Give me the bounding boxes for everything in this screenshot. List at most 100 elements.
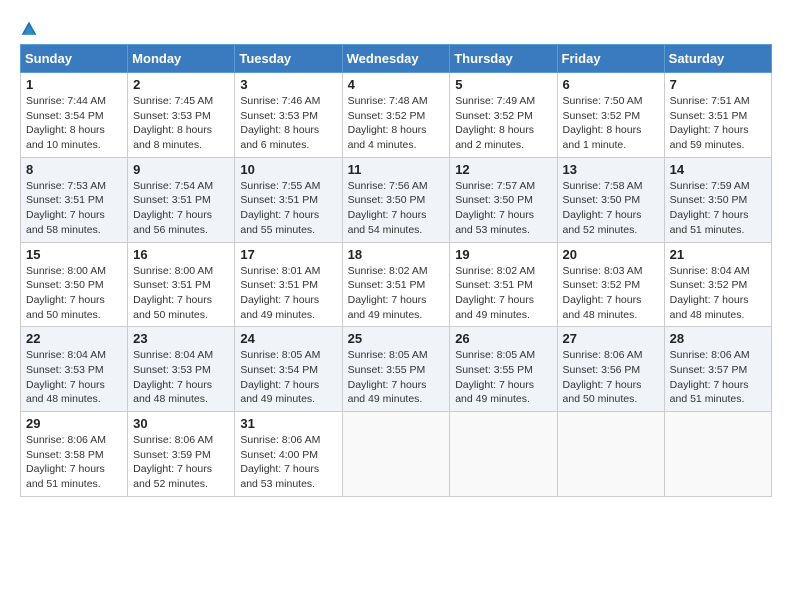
calendar-body: 1 Sunrise: 7:44 AMSunset: 3:54 PMDayligh… [21,73,772,497]
day-number: 24 [240,331,336,346]
day-detail: Sunrise: 7:46 AMSunset: 3:53 PMDaylight:… [240,95,320,151]
calendar-day-cell: 25 Sunrise: 8:05 AMSunset: 3:55 PMDaylig… [342,327,450,412]
day-number: 28 [670,331,766,346]
day-number: 10 [240,162,336,177]
day-number: 26 [455,331,551,346]
day-detail: Sunrise: 7:49 AMSunset: 3:52 PMDaylight:… [455,95,535,151]
day-number: 31 [240,416,336,431]
calendar-day-cell [557,412,664,497]
calendar-day-cell: 17 Sunrise: 8:01 AMSunset: 3:51 PMDaylig… [235,242,342,327]
day-number: 30 [133,416,229,431]
calendar-week-row: 29 Sunrise: 8:06 AMSunset: 3:58 PMDaylig… [21,412,772,497]
calendar-header-cell: Friday [557,45,664,73]
calendar-day-cell: 31 Sunrise: 8:06 AMSunset: 4:00 PMDaylig… [235,412,342,497]
day-detail: Sunrise: 8:06 AMSunset: 4:00 PMDaylight:… [240,434,320,490]
day-detail: Sunrise: 8:04 AMSunset: 3:53 PMDaylight:… [26,349,106,405]
calendar-day-cell [342,412,450,497]
calendar-day-cell: 8 Sunrise: 7:53 AMSunset: 3:51 PMDayligh… [21,157,128,242]
day-number: 21 [670,247,766,262]
day-detail: Sunrise: 8:06 AMSunset: 3:59 PMDaylight:… [133,434,213,490]
day-detail: Sunrise: 8:06 AMSunset: 3:58 PMDaylight:… [26,434,106,490]
day-detail: Sunrise: 8:01 AMSunset: 3:51 PMDaylight:… [240,265,320,321]
day-number: 25 [348,331,445,346]
calendar-day-cell: 13 Sunrise: 7:58 AMSunset: 3:50 PMDaylig… [557,157,664,242]
logo [20,20,42,38]
day-detail: Sunrise: 8:04 AMSunset: 3:52 PMDaylight:… [670,265,750,321]
day-number: 3 [240,77,336,92]
day-detail: Sunrise: 8:05 AMSunset: 3:54 PMDaylight:… [240,349,320,405]
calendar-day-cell: 23 Sunrise: 8:04 AMSunset: 3:53 PMDaylig… [128,327,235,412]
day-number: 20 [563,247,659,262]
day-number: 22 [26,331,122,346]
day-number: 27 [563,331,659,346]
day-number: 18 [348,247,445,262]
day-number: 16 [133,247,229,262]
day-number: 9 [133,162,229,177]
day-detail: Sunrise: 8:00 AMSunset: 3:50 PMDaylight:… [26,265,106,321]
calendar-day-cell: 12 Sunrise: 7:57 AMSunset: 3:50 PMDaylig… [450,157,557,242]
calendar-week-row: 15 Sunrise: 8:00 AMSunset: 3:50 PMDaylig… [21,242,772,327]
calendar-day-cell: 20 Sunrise: 8:03 AMSunset: 3:52 PMDaylig… [557,242,664,327]
day-detail: Sunrise: 8:02 AMSunset: 3:51 PMDaylight:… [348,265,428,321]
day-detail: Sunrise: 7:56 AMSunset: 3:50 PMDaylight:… [348,180,428,236]
day-detail: Sunrise: 8:05 AMSunset: 3:55 PMDaylight:… [455,349,535,405]
calendar-header-cell: Monday [128,45,235,73]
day-detail: Sunrise: 7:50 AMSunset: 3:52 PMDaylight:… [563,95,643,151]
logo-icon [20,20,38,38]
calendar-day-cell: 14 Sunrise: 7:59 AMSunset: 3:50 PMDaylig… [664,157,771,242]
day-number: 1 [26,77,122,92]
day-detail: Sunrise: 8:05 AMSunset: 3:55 PMDaylight:… [348,349,428,405]
calendar-day-cell: 30 Sunrise: 8:06 AMSunset: 3:59 PMDaylig… [128,412,235,497]
day-number: 5 [455,77,551,92]
calendar-day-cell: 9 Sunrise: 7:54 AMSunset: 3:51 PMDayligh… [128,157,235,242]
calendar-day-cell: 10 Sunrise: 7:55 AMSunset: 3:51 PMDaylig… [235,157,342,242]
calendar-day-cell [664,412,771,497]
day-number: 4 [348,77,445,92]
day-number: 2 [133,77,229,92]
calendar-day-cell: 11 Sunrise: 7:56 AMSunset: 3:50 PMDaylig… [342,157,450,242]
day-detail: Sunrise: 7:57 AMSunset: 3:50 PMDaylight:… [455,180,535,236]
day-number: 6 [563,77,659,92]
calendar-header-cell: Sunday [21,45,128,73]
day-number: 23 [133,331,229,346]
day-detail: Sunrise: 8:06 AMSunset: 3:57 PMDaylight:… [670,349,750,405]
day-number: 15 [26,247,122,262]
calendar-day-cell [450,412,557,497]
calendar-header-cell: Thursday [450,45,557,73]
calendar-day-cell: 29 Sunrise: 8:06 AMSunset: 3:58 PMDaylig… [21,412,128,497]
day-number: 17 [240,247,336,262]
day-detail: Sunrise: 7:51 AMSunset: 3:51 PMDaylight:… [670,95,750,151]
calendar-day-cell: 1 Sunrise: 7:44 AMSunset: 3:54 PMDayligh… [21,73,128,158]
calendar-week-row: 22 Sunrise: 8:04 AMSunset: 3:53 PMDaylig… [21,327,772,412]
calendar-day-cell: 21 Sunrise: 8:04 AMSunset: 3:52 PMDaylig… [664,242,771,327]
calendar-header-cell: Saturday [664,45,771,73]
day-number: 8 [26,162,122,177]
calendar-day-cell: 6 Sunrise: 7:50 AMSunset: 3:52 PMDayligh… [557,73,664,158]
day-detail: Sunrise: 8:03 AMSunset: 3:52 PMDaylight:… [563,265,643,321]
calendar-header-cell: Wednesday [342,45,450,73]
day-number: 19 [455,247,551,262]
day-detail: Sunrise: 7:53 AMSunset: 3:51 PMDaylight:… [26,180,106,236]
calendar-week-row: 1 Sunrise: 7:44 AMSunset: 3:54 PMDayligh… [21,73,772,158]
calendar-day-cell: 7 Sunrise: 7:51 AMSunset: 3:51 PMDayligh… [664,73,771,158]
page-header [20,20,772,38]
day-number: 13 [563,162,659,177]
day-detail: Sunrise: 7:58 AMSunset: 3:50 PMDaylight:… [563,180,643,236]
calendar-day-cell: 5 Sunrise: 7:49 AMSunset: 3:52 PMDayligh… [450,73,557,158]
day-detail: Sunrise: 7:44 AMSunset: 3:54 PMDaylight:… [26,95,106,151]
calendar-day-cell: 26 Sunrise: 8:05 AMSunset: 3:55 PMDaylig… [450,327,557,412]
day-number: 12 [455,162,551,177]
calendar-header-row: SundayMondayTuesdayWednesdayThursdayFrid… [21,45,772,73]
day-number: 7 [670,77,766,92]
calendar-day-cell: 2 Sunrise: 7:45 AMSunset: 3:53 PMDayligh… [128,73,235,158]
day-number: 14 [670,162,766,177]
calendar-table: SundayMondayTuesdayWednesdayThursdayFrid… [20,44,772,497]
calendar-day-cell: 28 Sunrise: 8:06 AMSunset: 3:57 PMDaylig… [664,327,771,412]
day-detail: Sunrise: 8:04 AMSunset: 3:53 PMDaylight:… [133,349,213,405]
day-detail: Sunrise: 7:59 AMSunset: 3:50 PMDaylight:… [670,180,750,236]
day-detail: Sunrise: 7:54 AMSunset: 3:51 PMDaylight:… [133,180,213,236]
calendar-day-cell: 18 Sunrise: 8:02 AMSunset: 3:51 PMDaylig… [342,242,450,327]
calendar-day-cell: 22 Sunrise: 8:04 AMSunset: 3:53 PMDaylig… [21,327,128,412]
calendar-week-row: 8 Sunrise: 7:53 AMSunset: 3:51 PMDayligh… [21,157,772,242]
calendar-day-cell: 15 Sunrise: 8:00 AMSunset: 3:50 PMDaylig… [21,242,128,327]
